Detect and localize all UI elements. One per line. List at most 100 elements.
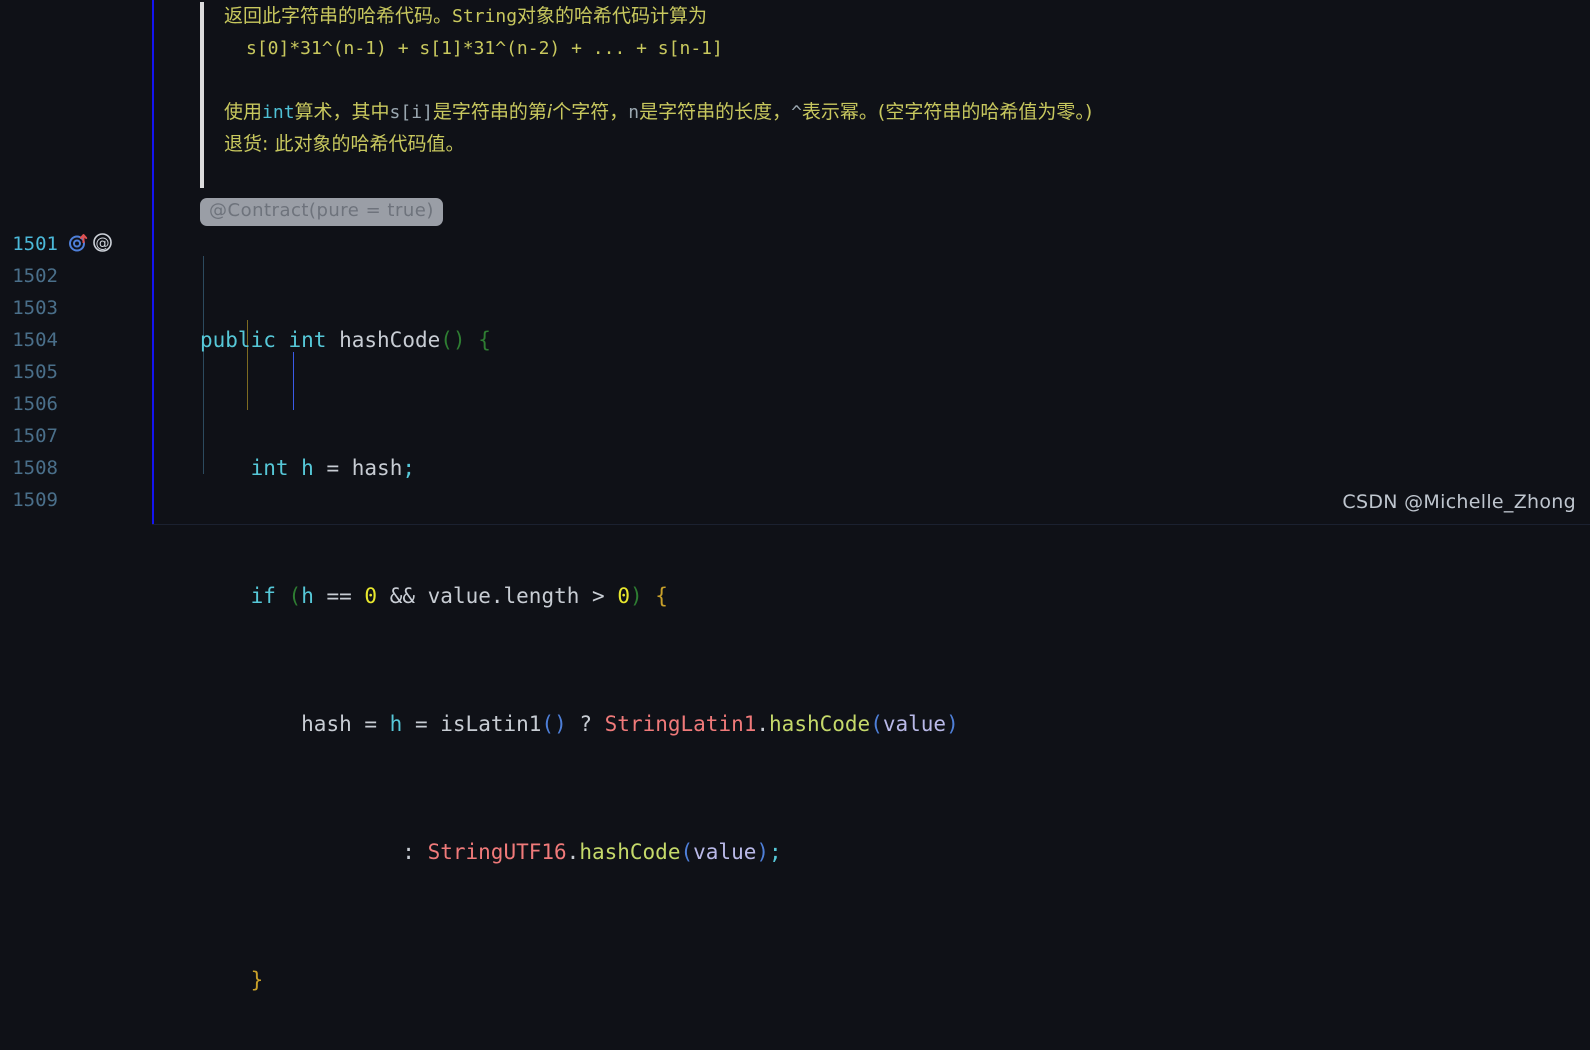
- javadoc-p2-part-b: 算术，其中: [294, 101, 390, 123]
- javadoc-quote-bar: [200, 2, 204, 188]
- logical-and-operator: &&: [377, 584, 428, 608]
- assign-operator: =: [313, 456, 352, 480]
- code-editor: 1501 @ 1502 1503 1504 1505 1506 1507 150…: [0, 0, 1590, 992]
- javadoc-p1-part-b: 对象的哈希代码计算为: [517, 5, 708, 27]
- open-paren: (: [680, 840, 694, 864]
- method-islatin1: isLatin1: [440, 712, 542, 736]
- gutter-row[interactable]: 1509: [0, 484, 152, 516]
- line-number[interactable]: 1508: [0, 457, 58, 479]
- svg-text:@: @: [96, 235, 110, 251]
- gutter-row[interactable]: 1507: [0, 420, 152, 452]
- number-zero: 0: [364, 584, 378, 608]
- assign-operator: =: [402, 712, 441, 736]
- method-hashcode-call: hashCode: [769, 712, 871, 736]
- javadoc-text: 返回此字符串的哈希代码。String对象的哈希代码计算为 s[0]*31^(n-…: [224, 0, 1184, 160]
- number-zero: 0: [617, 584, 630, 608]
- line-number[interactable]: 1506: [0, 393, 58, 415]
- call-parens: (): [541, 712, 567, 736]
- semicolon: ;: [402, 456, 415, 480]
- gutter-row[interactable]: 1503: [0, 292, 152, 324]
- javadoc-p2-param-index: [i]: [400, 102, 433, 123]
- code-line-1504[interactable]: hash = h = isLatin1() ? StringLatin1.has…: [200, 708, 959, 740]
- javadoc-p2-caret-symbol: ^: [791, 102, 802, 123]
- greater-than-operator: >: [579, 584, 618, 608]
- line-number-gutter: 1501 @ 1502 1503 1504 1505 1506 1507 150…: [0, 0, 152, 525]
- javadoc-p1-part-a: 返回此字符串的哈希代码。: [224, 5, 453, 27]
- dot: .: [566, 840, 580, 864]
- field-value-length: value.length: [427, 584, 580, 608]
- method-hashcode-call: hashCode: [579, 840, 681, 864]
- gutter-icon-group[interactable]: @: [68, 232, 113, 257]
- argument-value: value: [882, 712, 947, 736]
- javadoc-p2-part-d: 个字符，: [552, 101, 629, 123]
- gutter-row[interactable]: 1502: [0, 260, 152, 292]
- keyword-int: int: [250, 456, 289, 480]
- dot: .: [756, 712, 770, 736]
- code-line-1501[interactable]: public int hashCode() {: [200, 324, 959, 356]
- watermark-text: CSDN @Michelle_Zhong: [1342, 491, 1576, 513]
- javadoc-p2-keyword-int: int: [262, 102, 295, 123]
- keyword-if: if: [250, 584, 276, 608]
- close-paren: ): [629, 584, 643, 608]
- class-stringlatin1: StringLatin1: [604, 712, 757, 736]
- open-brace: {: [478, 328, 491, 352]
- field-hash: hash: [351, 456, 403, 480]
- javadoc-p2-part-a: 使用: [224, 101, 263, 123]
- ternary-question-operator: ?: [566, 712, 605, 736]
- line-number[interactable]: 1505: [0, 361, 58, 383]
- javadoc-p2-param-n: n: [628, 102, 640, 123]
- semicolon: ;: [769, 840, 782, 864]
- javadoc-p2-param-s: s: [389, 102, 401, 123]
- line-number[interactable]: 1501: [0, 233, 58, 255]
- open-paren: (: [870, 712, 883, 736]
- javadoc-paragraph-1: 返回此字符串的哈希代码。String对象的哈希代码计算为: [224, 0, 1184, 32]
- javadoc-p2-part-f: 表示幂。(空字符串的哈希值为零。): [801, 101, 1093, 123]
- code-line-1502[interactable]: int h = hash;: [200, 452, 959, 484]
- code-line-1503[interactable]: if (h == 0 && value.length > 0) {: [200, 580, 959, 612]
- javadoc-p1-code: String: [452, 6, 518, 27]
- ternary-colon-operator: :: [402, 840, 428, 864]
- gutter-row[interactable]: 1504: [0, 324, 152, 356]
- close-paren: ): [946, 712, 959, 736]
- line-number[interactable]: 1502: [0, 265, 58, 287]
- gutter-row[interactable]: 1506: [0, 388, 152, 420]
- local-var-h: h: [389, 712, 403, 736]
- parameter-parens: (): [440, 328, 466, 352]
- line-number[interactable]: 1507: [0, 425, 58, 447]
- caret-column-line: [152, 0, 154, 525]
- gutter-row[interactable]: 1505: [0, 356, 152, 388]
- line-number[interactable]: 1504: [0, 329, 58, 351]
- annotation-at-icon[interactable]: @: [92, 232, 113, 257]
- close-brace-highlighted: }: [250, 968, 264, 992]
- inlay-hint-contract[interactable]: @Contract(pure = true): [200, 198, 443, 226]
- gutter-row[interactable]: 1508: [0, 452, 152, 484]
- code-line-1505[interactable]: : StringUTF16.hashCode(value);: [200, 836, 959, 868]
- line-number[interactable]: 1509: [0, 489, 58, 511]
- open-brace-highlighted: {: [655, 584, 668, 608]
- local-var-h: h: [301, 456, 314, 480]
- keyword-public: public: [200, 328, 276, 352]
- local-var-h: h: [301, 584, 314, 608]
- line-number[interactable]: 1503: [0, 297, 58, 319]
- javadoc-returns-line: 退货: 此对象的哈希代码值。: [224, 133, 465, 155]
- assign-operator: =: [351, 712, 390, 736]
- javadoc-formula-text: s[0]*31^(n-1) + s[1]*31^(n-2) + ... + s[…: [246, 38, 723, 59]
- code-content[interactable]: public int hashCode() { int h = hash; if…: [200, 228, 959, 1050]
- javadoc-formula: s[0]*31^(n-1) + s[1]*31^(n-2) + ... + s[…: [224, 32, 1184, 64]
- gutter-row[interactable]: 1501 @: [0, 228, 152, 260]
- javadoc-p2-part-e: 是字符串的长度，: [639, 101, 792, 123]
- javadoc-p2-part-c: 是字符串的第: [432, 101, 547, 123]
- close-paren: ): [756, 840, 770, 864]
- code-line-1506[interactable]: }: [200, 964, 959, 996]
- implementing-method-icon[interactable]: [68, 232, 89, 257]
